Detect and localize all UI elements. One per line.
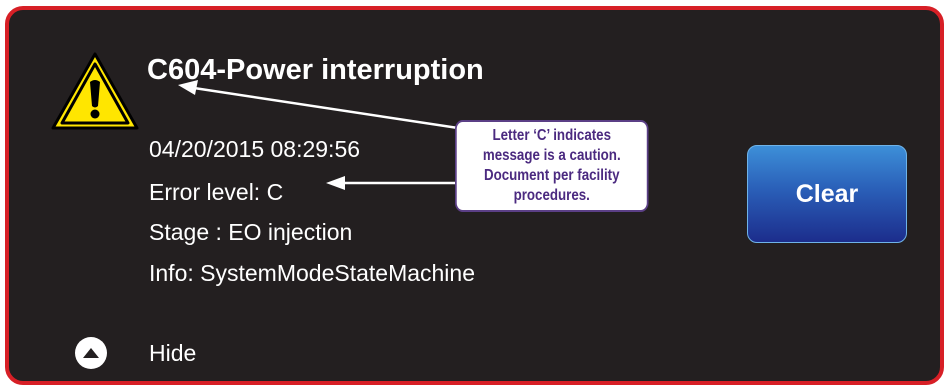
- stage-info: Stage : EO injection: [149, 219, 353, 245]
- hide-toggle[interactable]: Hide: [75, 337, 196, 369]
- chevron-up-circle-icon[interactable]: [75, 337, 107, 369]
- hide-label: Hide: [149, 339, 197, 366]
- error-level: Error level: C: [149, 179, 284, 205]
- system-info: Info: SystemModeStateMachine: [149, 260, 475, 286]
- alarm-timestamp: 04/20/2015 08:29:56: [149, 136, 361, 162]
- alarm-title: C604-Power interruption: [147, 54, 484, 86]
- callout-text: Letter ‘C’ indicates message is a cautio…: [482, 127, 621, 204]
- caution-callout: Letter ‘C’ indicates message is a cautio…: [455, 120, 649, 212]
- clear-button[interactable]: Clear: [747, 145, 907, 243]
- warning-triangle-icon: [51, 52, 139, 130]
